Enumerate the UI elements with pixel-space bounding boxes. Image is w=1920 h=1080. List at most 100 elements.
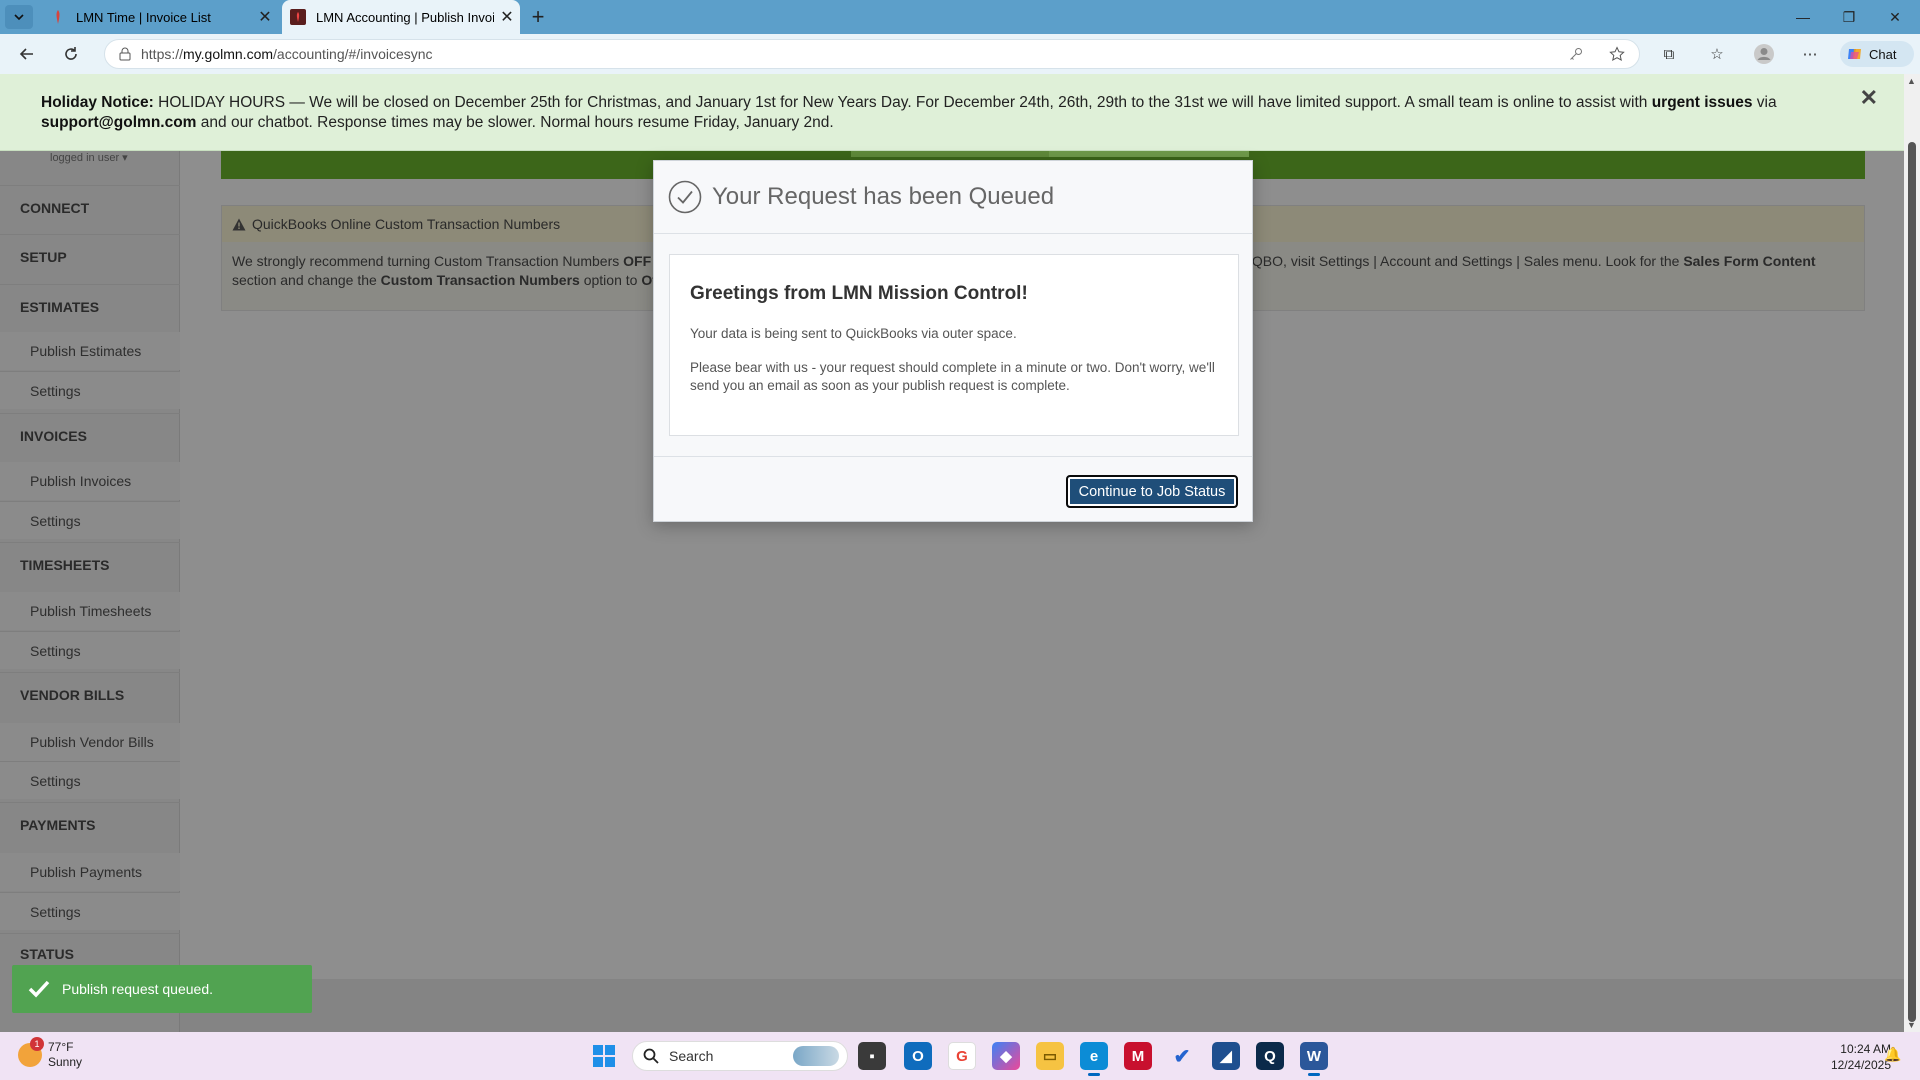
support-email: support@golmn.com: [41, 114, 197, 131]
warning-emphasis: Custom Transaction Numbers: [380, 272, 580, 288]
close-tab-icon[interactable]: ✕: [252, 4, 278, 30]
file-explorer-icon[interactable]: ▭: [1036, 1042, 1064, 1070]
refresh-button[interactable]: [56, 40, 86, 68]
refresh-icon: [65, 47, 77, 60]
tab-actions-menu-button[interactable]: [5, 5, 33, 29]
new-tab-button[interactable]: +: [525, 4, 551, 30]
sidebar-item-timesheets-settings[interactable]: Settings: [0, 631, 180, 669]
copilot-chat-button[interactable]: Chat: [1840, 41, 1914, 67]
close-icon[interactable]: ✕: [1860, 87, 1878, 109]
close-tab-icon[interactable]: ✕: [494, 4, 520, 30]
modal-header: Your Request has been Queued: [654, 161, 1252, 234]
sidebar-item-payments-settings[interactable]: Settings: [0, 892, 180, 930]
task-view-icon[interactable]: ▪: [858, 1042, 886, 1070]
sidebar-item-publish-payments[interactable]: Publish Payments: [0, 853, 180, 891]
favorite-star-icon[interactable]: [1609, 46, 1625, 62]
drawing-app-icon[interactable]: ◢: [1212, 1042, 1240, 1070]
sidebar-section-timesheets[interactable]: TIMESHEETS: [0, 542, 180, 586]
search-icon: [643, 1048, 659, 1064]
weather-text: 77°F Sunny: [48, 1040, 82, 1070]
mcafee-icon[interactable]: M: [1124, 1042, 1152, 1070]
sidebar-section-invoices[interactable]: INVOICES: [0, 413, 180, 457]
sun-icon: 1: [18, 1037, 44, 1067]
tab-lmn-accounting[interactable]: LMN Accounting | Publish Invoice ✕: [282, 0, 520, 34]
copilot-icon: [1846, 45, 1864, 63]
search-placeholder: Search: [669, 1048, 714, 1064]
sidebar-item-vendor-bills-settings[interactable]: Settings: [0, 761, 180, 799]
tab-lmn-time[interactable]: LMN Time | Invoice List ✕: [42, 0, 278, 34]
check-circle-icon: [668, 180, 702, 214]
sidebar-item-invoices-settings[interactable]: Settings: [0, 501, 180, 539]
more-options-icon[interactable]: ⋯: [1795, 40, 1825, 68]
weather-desc: Sunny: [48, 1055, 83, 1069]
lock-icon: [119, 47, 131, 61]
scroll-down-icon[interactable]: ▼: [1907, 1020, 1916, 1030]
warning-text: We strongly recommend turning Custom Tra…: [232, 253, 624, 269]
quick-assist-icon[interactable]: Q: [1256, 1042, 1284, 1070]
toast-message: Publish request queued.: [62, 981, 213, 997]
logged-in-user-menu[interactable]: logged in user ▾: [50, 151, 128, 164]
favorites-icon[interactable]: ☆: [1702, 40, 1732, 68]
address-bar[interactable]: https://my.golmn.com/accounting/#/invoic…: [104, 39, 1640, 69]
scroll-up-icon[interactable]: ▲: [1907, 76, 1916, 86]
success-toast[interactable]: Publish request queued.: [12, 965, 312, 1013]
profile-avatar-icon[interactable]: [1749, 40, 1779, 68]
outlook-icon[interactable]: O: [904, 1042, 932, 1070]
modal-paragraph: Your data is being sent to QuickBooks vi…: [690, 326, 1017, 341]
search-highlight-image: [793, 1046, 839, 1066]
warning-emphasis: OFF: [623, 253, 652, 269]
sidebar-section-vendor-bills[interactable]: VENDOR BILLS: [0, 672, 180, 716]
copilot-app-icon[interactable]: ◆: [992, 1042, 1020, 1070]
warning-text: section and change the: [232, 272, 381, 288]
warning-emphasis: Sales Form Content: [1683, 253, 1816, 269]
restore-button[interactable]: ❐: [1826, 0, 1872, 34]
sidebar-section-payments[interactable]: PAYMENTS: [0, 802, 180, 846]
modal-paragraph: Please bear with us - your request shoul…: [690, 360, 1215, 393]
sidebar-item-publish-estimates[interactable]: Publish Estimates: [0, 332, 180, 370]
clock-date: 12/24/2025: [1830, 1058, 1891, 1072]
sidebar-section-estimates[interactable]: ESTIMATES: [0, 284, 180, 328]
edge-browser-icon[interactable]: e: [1080, 1042, 1108, 1076]
tab-title: LMN Time | Invoice List: [76, 9, 211, 25]
page-scrollbar[interactable]: ▲ ▼: [1904, 74, 1920, 1032]
sidebar-item-publish-timesheets[interactable]: Publish Timesheets: [0, 592, 180, 630]
extensions-icon[interactable]: ⧉: [1654, 40, 1684, 68]
sidebar-item-publish-vendor-bills[interactable]: Publish Vendor Bills: [0, 723, 180, 761]
notice-text: via: [1752, 94, 1777, 111]
close-window-button[interactable]: ✕: [1872, 0, 1918, 34]
sidebar-section-setup[interactable]: SETUP: [0, 234, 180, 278]
system-clock[interactable]: 10:24 AM 12/24/2025: [1815, 1041, 1891, 1073]
todo-icon[interactable]: ✔: [1168, 1042, 1196, 1070]
chat-label: Chat: [1869, 46, 1897, 62]
modal-footer: Continue to Job Status: [654, 456, 1252, 522]
arrow-left-icon: [19, 48, 33, 60]
checkmark-icon: [28, 980, 50, 998]
taskbar-search[interactable]: Search: [632, 1041, 848, 1071]
clock-time: 10:24 AM: [1840, 1042, 1891, 1056]
lmn-favicon: [50, 9, 66, 25]
scrollbar-thumb[interactable]: [1908, 142, 1916, 1022]
notice-label: Holiday Notice:: [41, 94, 154, 111]
key-icon[interactable]: [1569, 47, 1583, 61]
notice-text: and our chatbot. Response times may be s…: [196, 114, 834, 131]
weather-temp: 77°F: [48, 1040, 74, 1054]
sidebar-item-publish-invoices[interactable]: Publish Invoices: [0, 462, 180, 500]
lmn-favicon: [290, 9, 306, 25]
holiday-notice-banner: Holiday Notice: HOLIDAY HOURS — We will …: [0, 74, 1904, 151]
notification-bell-icon[interactable]: 🔔: [1884, 1046, 1901, 1063]
weather-widget[interactable]: 1 77°F Sunny: [18, 1037, 82, 1070]
banner-step-indicator: [1049, 151, 1249, 157]
sidebar-section-connect[interactable]: CONNECT: [0, 185, 180, 229]
minimize-button[interactable]: —: [1780, 0, 1826, 34]
sidebar-item-estimates-settings[interactable]: Settings: [0, 371, 180, 409]
continue-to-job-status-button[interactable]: Continue to Job Status: [1066, 475, 1238, 508]
warning-triangle-icon: [232, 218, 246, 231]
warning-text: QBO, visit Settings | Account and Settin…: [1251, 253, 1684, 269]
warning-title: QuickBooks Online Custom Transaction Num…: [252, 216, 561, 232]
back-button[interactable]: [12, 40, 42, 68]
url-text: https://my.golmn.com/accounting/#/invoic…: [141, 46, 433, 62]
accounting-sidebar: logged in user ▾ CONNECT SETUP ESTIMATES…: [0, 151, 180, 1032]
word-icon[interactable]: W: [1300, 1042, 1328, 1076]
google-icon[interactable]: G: [948, 1042, 976, 1070]
windows-start-icon[interactable]: [592, 1044, 616, 1068]
